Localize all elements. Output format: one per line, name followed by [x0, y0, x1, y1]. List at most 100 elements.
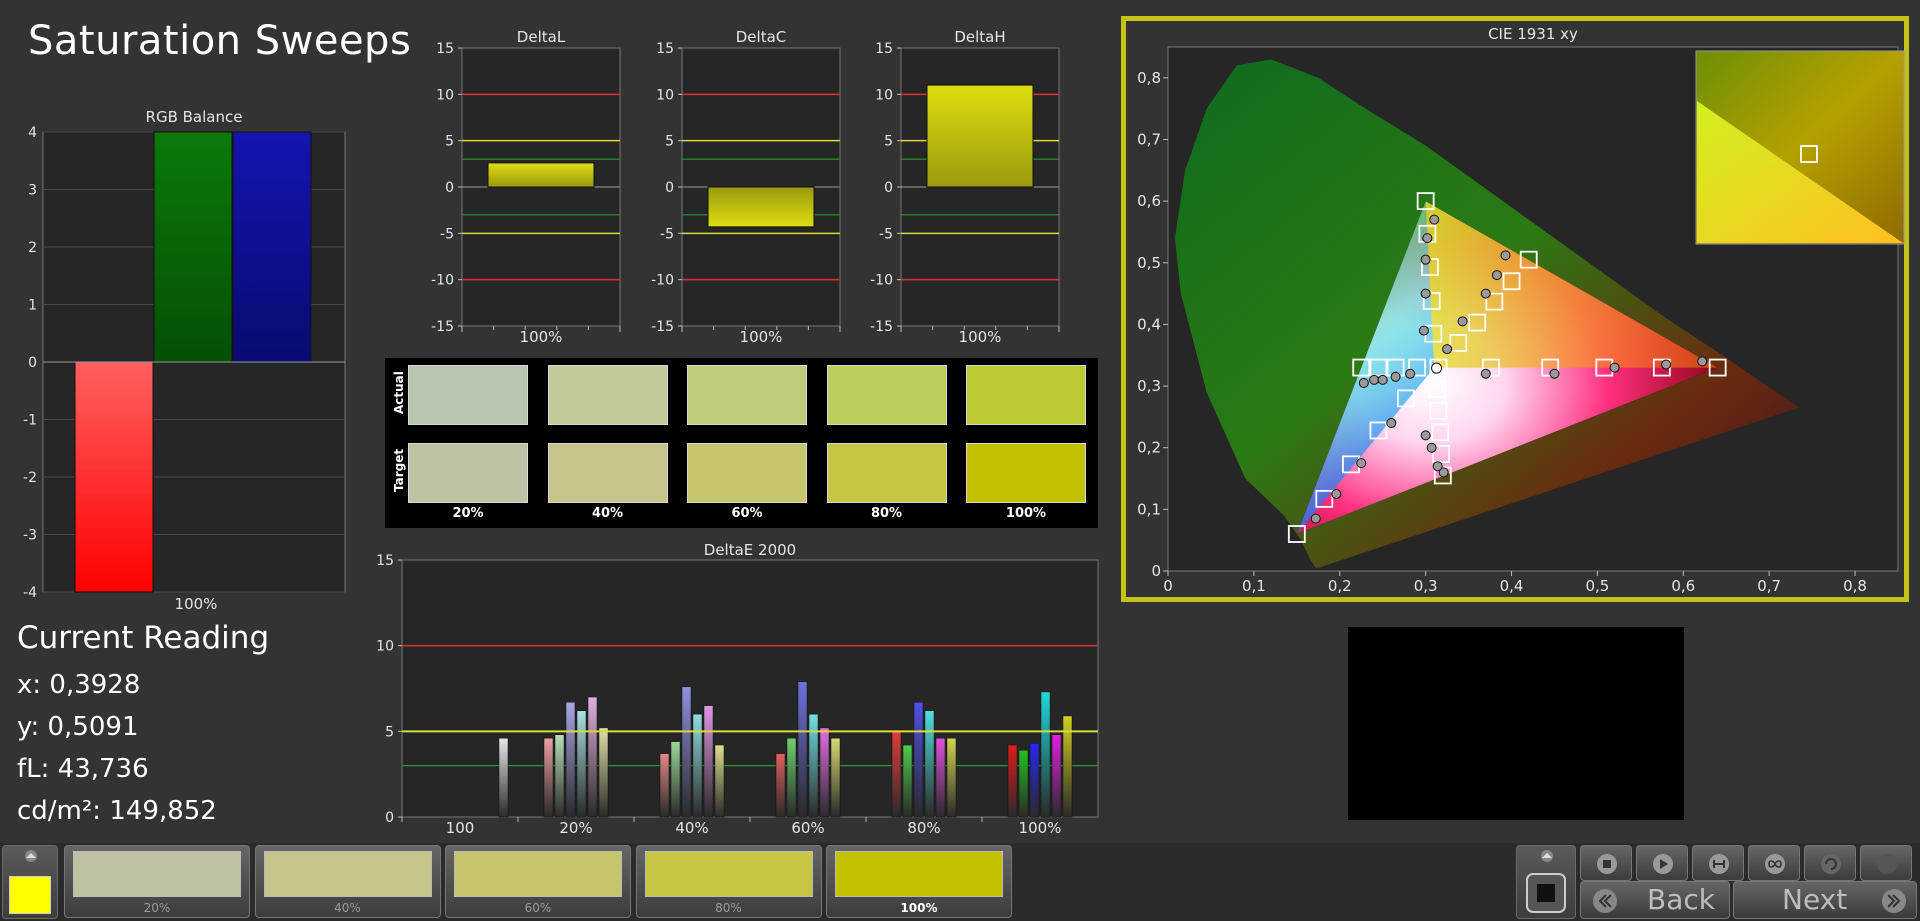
bar: [587, 696, 598, 818]
bar: [797, 681, 808, 818]
step-button[interactable]: 20%: [64, 845, 250, 918]
x-tick-label: 60%: [791, 819, 824, 837]
step-label: 100%: [900, 901, 938, 915]
y-tick-label: -1: [23, 413, 37, 429]
x-tick-label: 100%: [1019, 819, 1062, 837]
reading-x: x: 0,3928: [17, 670, 141, 700]
reading-y: y: 0,5091: [17, 712, 139, 742]
cie-chart-frame: CIE 1931 xy 0 0,1 0,2 0,3 0,4 0,5 0,6 0,7 0,8 0 0,1…: [1121, 16, 1909, 602]
target-row-label: Target: [392, 448, 406, 492]
step-label: 80%: [715, 901, 742, 915]
stop-pattern-button[interactable]: [1516, 845, 1576, 919]
current-color-button[interactable]: [2, 845, 58, 919]
y-tick-label: 0: [884, 180, 893, 196]
actual-swatch: [408, 365, 528, 425]
x-tick-label: 80%: [907, 819, 940, 837]
actual-swatch: [966, 365, 1086, 425]
measured-point: [1377, 374, 1388, 385]
step-button[interactable]: 100%: [826, 845, 1012, 918]
x-tick-label: 0,1: [1242, 577, 1266, 595]
y-tick-label: 15: [376, 553, 394, 569]
y-tick-label: 0: [28, 355, 37, 371]
play-button[interactable]: [1636, 845, 1688, 881]
y-tick-label: -15: [651, 319, 674, 335]
chart-title: CIE 1931 xy: [1488, 25, 1578, 43]
measured-point: [1432, 461, 1443, 472]
target-swatch: [966, 443, 1086, 503]
y-tick-label: -4: [23, 585, 37, 601]
bar: [670, 741, 681, 818]
bar: [808, 713, 819, 818]
target-swatch: [826, 443, 947, 503]
y-tick-label: 0,3: [1137, 377, 1161, 395]
y-tick-label: 10: [656, 87, 674, 103]
measured-point: [1390, 371, 1401, 382]
bar: [703, 705, 714, 818]
double-chevron-left-icon: [1593, 889, 1617, 913]
step-button[interactable]: 60%: [445, 845, 631, 918]
bar: [913, 701, 924, 818]
swatch-label: 20%: [452, 506, 484, 521]
step-color-swatch: [454, 851, 622, 897]
back-button[interactable]: Back: [1580, 881, 1730, 919]
measured-point: [1405, 368, 1416, 379]
step-label: 60%: [524, 901, 552, 915]
y-tick-label: 0,8: [1137, 69, 1161, 87]
bar: [935, 737, 946, 818]
step-label: 20%: [143, 901, 171, 915]
measured-point: [1418, 325, 1429, 336]
options-button[interactable]: [1860, 845, 1912, 881]
measured-point: [1500, 250, 1511, 261]
white-point: [1431, 362, 1443, 374]
y-tick-label: 5: [385, 724, 394, 740]
actual-row-label: Actual: [392, 371, 406, 414]
bar: [598, 727, 609, 818]
measured-point: [1491, 270, 1502, 281]
chart-title: DeltaC: [736, 28, 787, 46]
measured-point: [1420, 288, 1431, 299]
step-color-swatch: [644, 851, 813, 897]
step-color-swatch: [835, 851, 1003, 897]
y-tick-label: -10: [870, 273, 893, 289]
measured-point: [1310, 513, 1321, 524]
y-tick-label: 10: [875, 87, 893, 103]
measured-point: [1429, 214, 1440, 225]
bar: [1051, 734, 1062, 818]
continuous-button[interactable]: [1748, 845, 1800, 881]
bar: [1029, 743, 1040, 818]
step-button[interactable]: 40%: [254, 845, 441, 918]
y-tick-label: 15: [656, 41, 674, 57]
y-tick-label: -5: [660, 226, 674, 242]
current-reading-heading: Current Reading: [17, 620, 270, 656]
swatch-panel: Actual Target 20% 40% 60% 80% 100%: [385, 358, 1098, 528]
play-icon: [1653, 854, 1673, 874]
bar: [232, 131, 312, 363]
back-label: Back: [1647, 883, 1715, 916]
stop-square-icon: [1526, 873, 1566, 913]
bar: [1040, 691, 1051, 818]
y-tick-label: 0,7: [1137, 130, 1161, 148]
next-button[interactable]: Next: [1733, 881, 1917, 919]
bar: [902, 744, 913, 818]
actual-swatch: [826, 365, 947, 425]
reading-fl: fL: 43,736: [17, 754, 149, 784]
pattern-fit-button[interactable]: [1692, 845, 1744, 881]
measured-point: [1420, 430, 1431, 441]
x-tick-label: 0,6: [1671, 577, 1695, 595]
swatch-label: 100%: [1005, 506, 1047, 521]
delta-l-chart: DeltaL 15 10 5 0 -5 -10 -15 100%: [431, 28, 621, 346]
stop-button[interactable]: [1580, 845, 1632, 881]
swatch-label: 60%: [731, 506, 763, 521]
target-swatch: [687, 443, 807, 503]
y-tick-label: 1: [28, 298, 37, 314]
swatch-label: 40%: [591, 506, 624, 521]
y-tick-label: 5: [884, 134, 893, 150]
measured-point: [1358, 377, 1369, 388]
refresh-button[interactable]: [1804, 845, 1856, 881]
bar: [775, 753, 786, 818]
step-button[interactable]: 80%: [635, 845, 822, 918]
x-tick-label: 0,3: [1414, 577, 1438, 595]
x-tick-label: 100%: [520, 328, 563, 346]
y-tick-label: 0,4: [1137, 315, 1161, 333]
bar: [681, 686, 692, 818]
